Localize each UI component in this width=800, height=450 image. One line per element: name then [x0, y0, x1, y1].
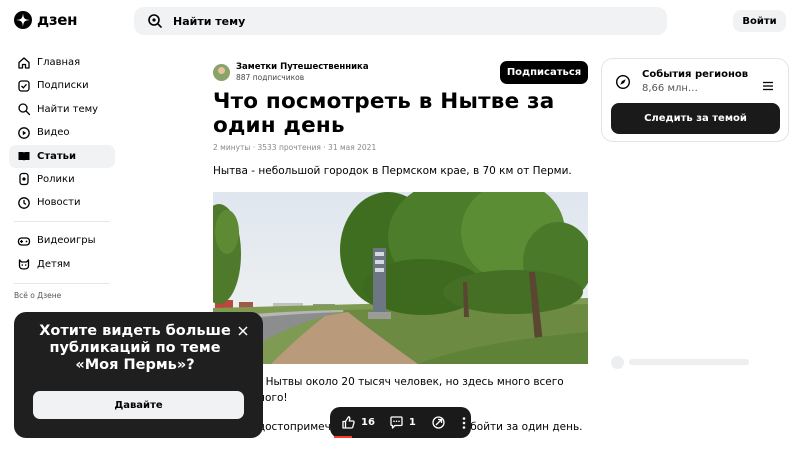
sidebar-item-videogames[interactable]: Видеоигры [9, 229, 115, 252]
news-icon [17, 196, 31, 210]
theme-card: События регионов 8,66 млн… Следить за те… [601, 58, 789, 142]
gamepad-icon [17, 234, 31, 248]
article-paragraph: В городе Нытвы около 20 тысяч человек, н… [213, 374, 588, 406]
article-paragraph-line: В городе Нытвы около 20 тысяч человек, н… [213, 376, 564, 388]
clips-icon [17, 172, 31, 186]
home-icon [17, 56, 31, 70]
sidebar-item-clips[interactable]: Ролики [9, 168, 115, 191]
hamburger-menu-icon[interactable] [762, 76, 774, 91]
article-photo[interactable] [213, 192, 588, 364]
sidebar-item-articles[interactable]: Статьи [9, 144, 115, 168]
topic-suggestion-popup: Хотите видеть больше публикаций по теме … [14, 312, 263, 438]
sidebar-item-label: Подписки [37, 80, 89, 92]
sidebar: Главная Подписки Найти тему Видео Статьи… [9, 51, 115, 300]
more-options-button[interactable] [461, 416, 467, 430]
sidebar-item-home[interactable]: Главная [9, 51, 115, 74]
author-avatar[interactable] [213, 63, 230, 81]
loading-placeholder-bar [629, 359, 749, 365]
share-icon [431, 415, 446, 430]
article-title: Что посмотреть в Нытве за один день [213, 89, 555, 138]
reading-progress-indicator [334, 436, 352, 438]
about-dzen-link[interactable]: Всё о Дзене [9, 291, 115, 300]
share-button[interactable] [431, 415, 446, 430]
comments-button[interactable]: 1 [389, 415, 416, 430]
sidebar-item-label: Детям [37, 258, 71, 270]
search-input[interactable] [173, 14, 633, 28]
theme-follower-count: 8,66 млн… [642, 83, 698, 94]
sidebar-item-label: Статьи [37, 150, 77, 162]
author-subscribers: 887 подписчиков [236, 72, 305, 82]
articles-icon [17, 149, 31, 163]
more-vertical-icon [461, 416, 467, 430]
sidebar-item-subscriptions[interactable]: Подписки [9, 74, 115, 97]
close-icon[interactable] [236, 323, 250, 337]
sidebar-item-label: Видео [37, 127, 70, 139]
author-info[interactable]: Заметки Путешественника 887 подписчиков [236, 62, 369, 83]
dzen-logo[interactable]: дзен [14, 11, 77, 29]
dzen-logo-icon [14, 11, 32, 29]
video-icon [17, 126, 31, 140]
article-lead: Нытва - небольшой городок в Пермском кра… [213, 165, 572, 177]
sidebar-item-video[interactable]: Видео [9, 121, 115, 144]
author-name[interactable]: Заметки Путешественника [236, 62, 369, 73]
popup-accept-button[interactable]: Давайте [33, 391, 244, 419]
search-bar[interactable] [134, 7, 667, 35]
follow-theme-button[interactable]: Следить за темой [611, 103, 780, 134]
sidebar-item-label: Найти тему [37, 103, 99, 115]
article: Заметки Путешественника 887 подписчиков … [213, 60, 588, 364]
find-topic-icon [17, 102, 31, 116]
logo-text: дзен [37, 11, 78, 29]
like-icon [341, 415, 356, 430]
subscriptions-icon [17, 79, 31, 93]
sidebar-divider [14, 221, 110, 223]
sidebar-item-find-topic[interactable]: Найти тему [9, 98, 115, 121]
login-button[interactable]: Войти [733, 10, 786, 32]
loading-placeholder-avatar [611, 356, 624, 369]
sidebar-item-label: Главная [37, 57, 81, 68]
sidebar-item-label: Видеоигры [37, 235, 96, 247]
sidebar-item-news[interactable]: Новости [9, 191, 115, 214]
kids-icon [17, 257, 31, 271]
reactions-bar: 16 1 [330, 407, 471, 438]
comment-count: 1 [408, 417, 416, 428]
author-row[interactable]: Заметки Путешественника 887 подписчиков … [213, 60, 588, 84]
sidebar-item-kids[interactable]: Детям [9, 253, 115, 276]
article-meta: 2 минуты · 3533 прочтения · 31 мая 2021 [213, 143, 377, 152]
top-header: дзен Войти [0, 0, 800, 42]
sidebar-divider [14, 282, 110, 284]
compass-icon [615, 74, 631, 90]
search-icon [147, 13, 163, 29]
like-button[interactable]: 16 [341, 415, 375, 430]
popup-title: Хотите видеть больше публикаций по теме … [39, 323, 231, 373]
sidebar-item-label: Новости [37, 197, 81, 209]
comment-icon [389, 415, 404, 430]
subscribe-button[interactable]: Подписаться [500, 61, 588, 84]
theme-name[interactable]: События регионов [642, 69, 748, 80]
sidebar-item-label: Ролики [37, 173, 75, 185]
like-count: 16 [361, 417, 375, 428]
